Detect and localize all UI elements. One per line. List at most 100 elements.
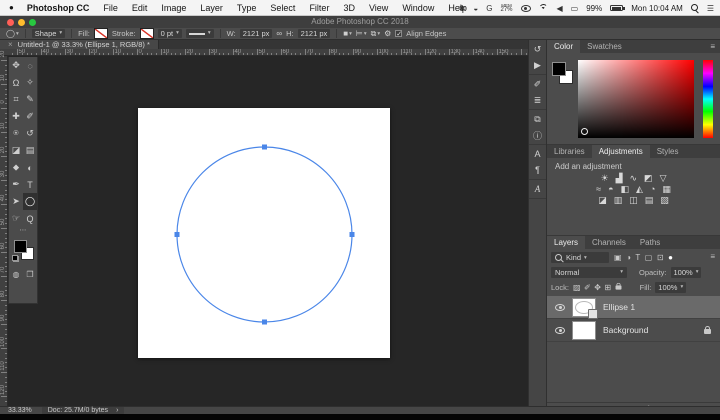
zoom-tool[interactable]: Q <box>23 210 37 227</box>
actions-panel-button[interactable]: ▶ <box>529 57 546 73</box>
path-alignment-button[interactable]: ⊨▾ <box>356 29 367 38</box>
history-brush-tool[interactable]: ↺ <box>23 125 37 142</box>
pasteboard[interactable] <box>8 56 528 406</box>
gradient-tool[interactable]: ▤ <box>23 142 37 159</box>
menu-photoshop-cc[interactable]: Photoshop CC <box>20 3 97 13</box>
clone-stamp-tool[interactable]: ⍟ <box>9 125 23 142</box>
foreground-color-swatch[interactable] <box>14 240 27 253</box>
link-dimensions-icon[interactable]: ∞ <box>276 29 282 38</box>
lock-artboard-icon[interactable]: ⊞ <box>604 283 611 292</box>
vibrance-adjustment-button[interactable]: ▽ <box>660 173 667 184</box>
menu-file[interactable]: File <box>96 3 125 13</box>
blur-tool[interactable]: ⬥ <box>9 159 23 176</box>
quick-mask-button[interactable]: ◍ <box>12 270 19 279</box>
path-operations-button[interactable]: ■▾ <box>343 29 352 38</box>
character-panel-button[interactable]: A <box>529 146 546 162</box>
invert-adjustment-button[interactable]: ◪ <box>598 195 607 206</box>
tab-paths[interactable]: Paths <box>633 236 667 249</box>
display-icon[interactable]: ▭ <box>571 4 579 13</box>
tool-mode-select[interactable]: Shape ▾ <box>32 29 65 38</box>
tab-libraries[interactable]: Libraries <box>547 145 592 158</box>
document-size-indicator[interactable]: Doc: 25.7M/0 bytes › <box>42 407 125 414</box>
default-colors-icon[interactable] <box>12 255 19 262</box>
layer-row-background[interactable]: Background <box>547 319 720 342</box>
menu-filter[interactable]: Filter <box>302 3 336 13</box>
eraser-tool[interactable]: ◪ <box>9 142 23 159</box>
panel-menu-icon[interactable]: ≡ <box>710 40 715 53</box>
clone-source-panel-button[interactable]: ⧉ <box>529 111 546 127</box>
tab-channels[interactable]: Channels <box>585 236 633 249</box>
align-edges-checkbox[interactable] <box>395 30 402 37</box>
shape-height-input[interactable]: 2121 px <box>298 29 331 38</box>
channel-mixer-adjustment-button[interactable]: ◔ <box>650 184 655 195</box>
canvas[interactable] <box>138 108 390 358</box>
filter-kind-select[interactable]: Kind ▾ <box>551 252 609 263</box>
menu-type[interactable]: Type <box>230 3 264 13</box>
notification-center-icon[interactable]: ☰ <box>707 4 714 13</box>
apple-menu-icon[interactable]: ● <box>9 3 14 12</box>
eyedropper-tool[interactable]: ✎ <box>23 91 37 108</box>
document-tab[interactable]: × Untitled-1 @ 33.3% (Ellipse 1, RGB/8) … <box>0 40 159 49</box>
layer-thumbnail[interactable] <box>572 321 596 340</box>
tab-swatches[interactable]: Swatches <box>580 40 629 53</box>
shape-width-input[interactable]: 2121 px <box>240 29 273 38</box>
menu-window[interactable]: Window <box>395 3 441 13</box>
status-app-icon-1[interactable]: ✱ <box>459 4 466 13</box>
color-balance-adjustment-button[interactable]: ◓ <box>608 184 613 195</box>
menu-select[interactable]: Select <box>263 3 302 13</box>
crop-tool[interactable]: ⌗ <box>9 91 23 108</box>
levels-adjustment-button[interactable]: ▟ <box>616 173 623 184</box>
status-app-icon-3[interactable]: G <box>486 4 492 13</box>
ellipse-path[interactable] <box>177 147 352 322</box>
brush-tool[interactable]: ✐ <box>23 108 37 125</box>
lasso-tool[interactable]: Ω <box>9 74 23 91</box>
filter-shape-icon[interactable]: ▢ <box>645 253 653 262</box>
clock[interactable]: Mon 10:04 AM <box>631 4 683 13</box>
move-tool[interactable]: ✥ <box>9 57 23 74</box>
tab-layers[interactable]: Layers <box>547 236 585 249</box>
info-panel-button[interactable]: ⓘ <box>529 127 546 143</box>
layer-thumbnail[interactable] <box>572 298 596 317</box>
filter-toggle-icon[interactable]: ● <box>668 253 673 262</box>
memory-indicator[interactable]: MEM 27% <box>500 4 512 12</box>
blend-mode-select[interactable]: Normal ▾ <box>551 267 627 278</box>
menu-3d[interactable]: 3D <box>336 3 362 13</box>
exposure-adjustment-button[interactable]: ◩ <box>644 173 653 184</box>
stroke-type-select[interactable]: ▾ <box>186 29 214 38</box>
lock-position-icon[interactable]: ✥ <box>594 283 601 292</box>
brightness-contrast-adjustment-button[interactable]: ☀ <box>601 173 609 184</box>
path-arrangement-button[interactable]: ⧉▾ <box>371 29 380 39</box>
type-tool[interactable]: T <box>23 176 37 193</box>
geometry-options-button[interactable]: ⚙ <box>384 29 391 38</box>
filter-pixel-icon[interactable]: ▣ <box>614 253 622 262</box>
lock-all-icon[interactable] <box>615 285 621 289</box>
tab-adjustments[interactable]: Adjustments <box>592 145 650 158</box>
visibility-toggle[interactable] <box>555 327 565 334</box>
ruler-horizontal[interactable]: 5040302010010203040506070809010011012013… <box>8 49 528 56</box>
brushes-panel-button[interactable]: ≣ <box>529 92 546 108</box>
ruler-vertical[interactable]: 20100102030405060708090100110120 <box>0 56 8 406</box>
battery-icon[interactable] <box>610 5 623 11</box>
tab-color[interactable]: Color <box>547 40 580 53</box>
screen-mode-button[interactable]: ❐ <box>26 270 33 279</box>
tool-preset-picker[interactable]: ◯ ▾ <box>6 29 19 38</box>
anchor-left[interactable] <box>175 232 180 237</box>
layer-row-ellipse-1[interactable]: Ellipse 1 <box>547 296 720 319</box>
stroke-width-select[interactable]: 0 pt ▾ <box>158 29 182 38</box>
dodge-tool[interactable]: ◐ <box>23 159 37 176</box>
anchor-bottom[interactable] <box>262 320 267 325</box>
chevron-right-icon[interactable]: › <box>116 407 118 414</box>
stroke-swatch[interactable] <box>140 28 154 39</box>
filter-adjustment-icon[interactable]: ◑ <box>626 253 631 262</box>
healing-brush-tool[interactable]: ✚ <box>9 108 23 125</box>
fill-select[interactable]: 100% ▾ <box>655 282 686 293</box>
anchor-right[interactable] <box>350 232 355 237</box>
color-lookup-adjustment-button[interactable]: ▦ <box>662 184 671 195</box>
filter-type-icon[interactable]: T <box>635 253 640 262</box>
ellipse-tool[interactable]: ◯ <box>23 193 37 210</box>
gradient-map-adjustment-button[interactable]: ▧ <box>660 195 669 206</box>
brush-settings-panel-button[interactable]: ✐ <box>529 76 546 92</box>
posterize-adjustment-button[interactable]: ▥ <box>614 195 623 206</box>
hand-tool[interactable]: ☞ <box>9 210 23 227</box>
volume-icon[interactable]: ◀ <box>557 4 563 13</box>
